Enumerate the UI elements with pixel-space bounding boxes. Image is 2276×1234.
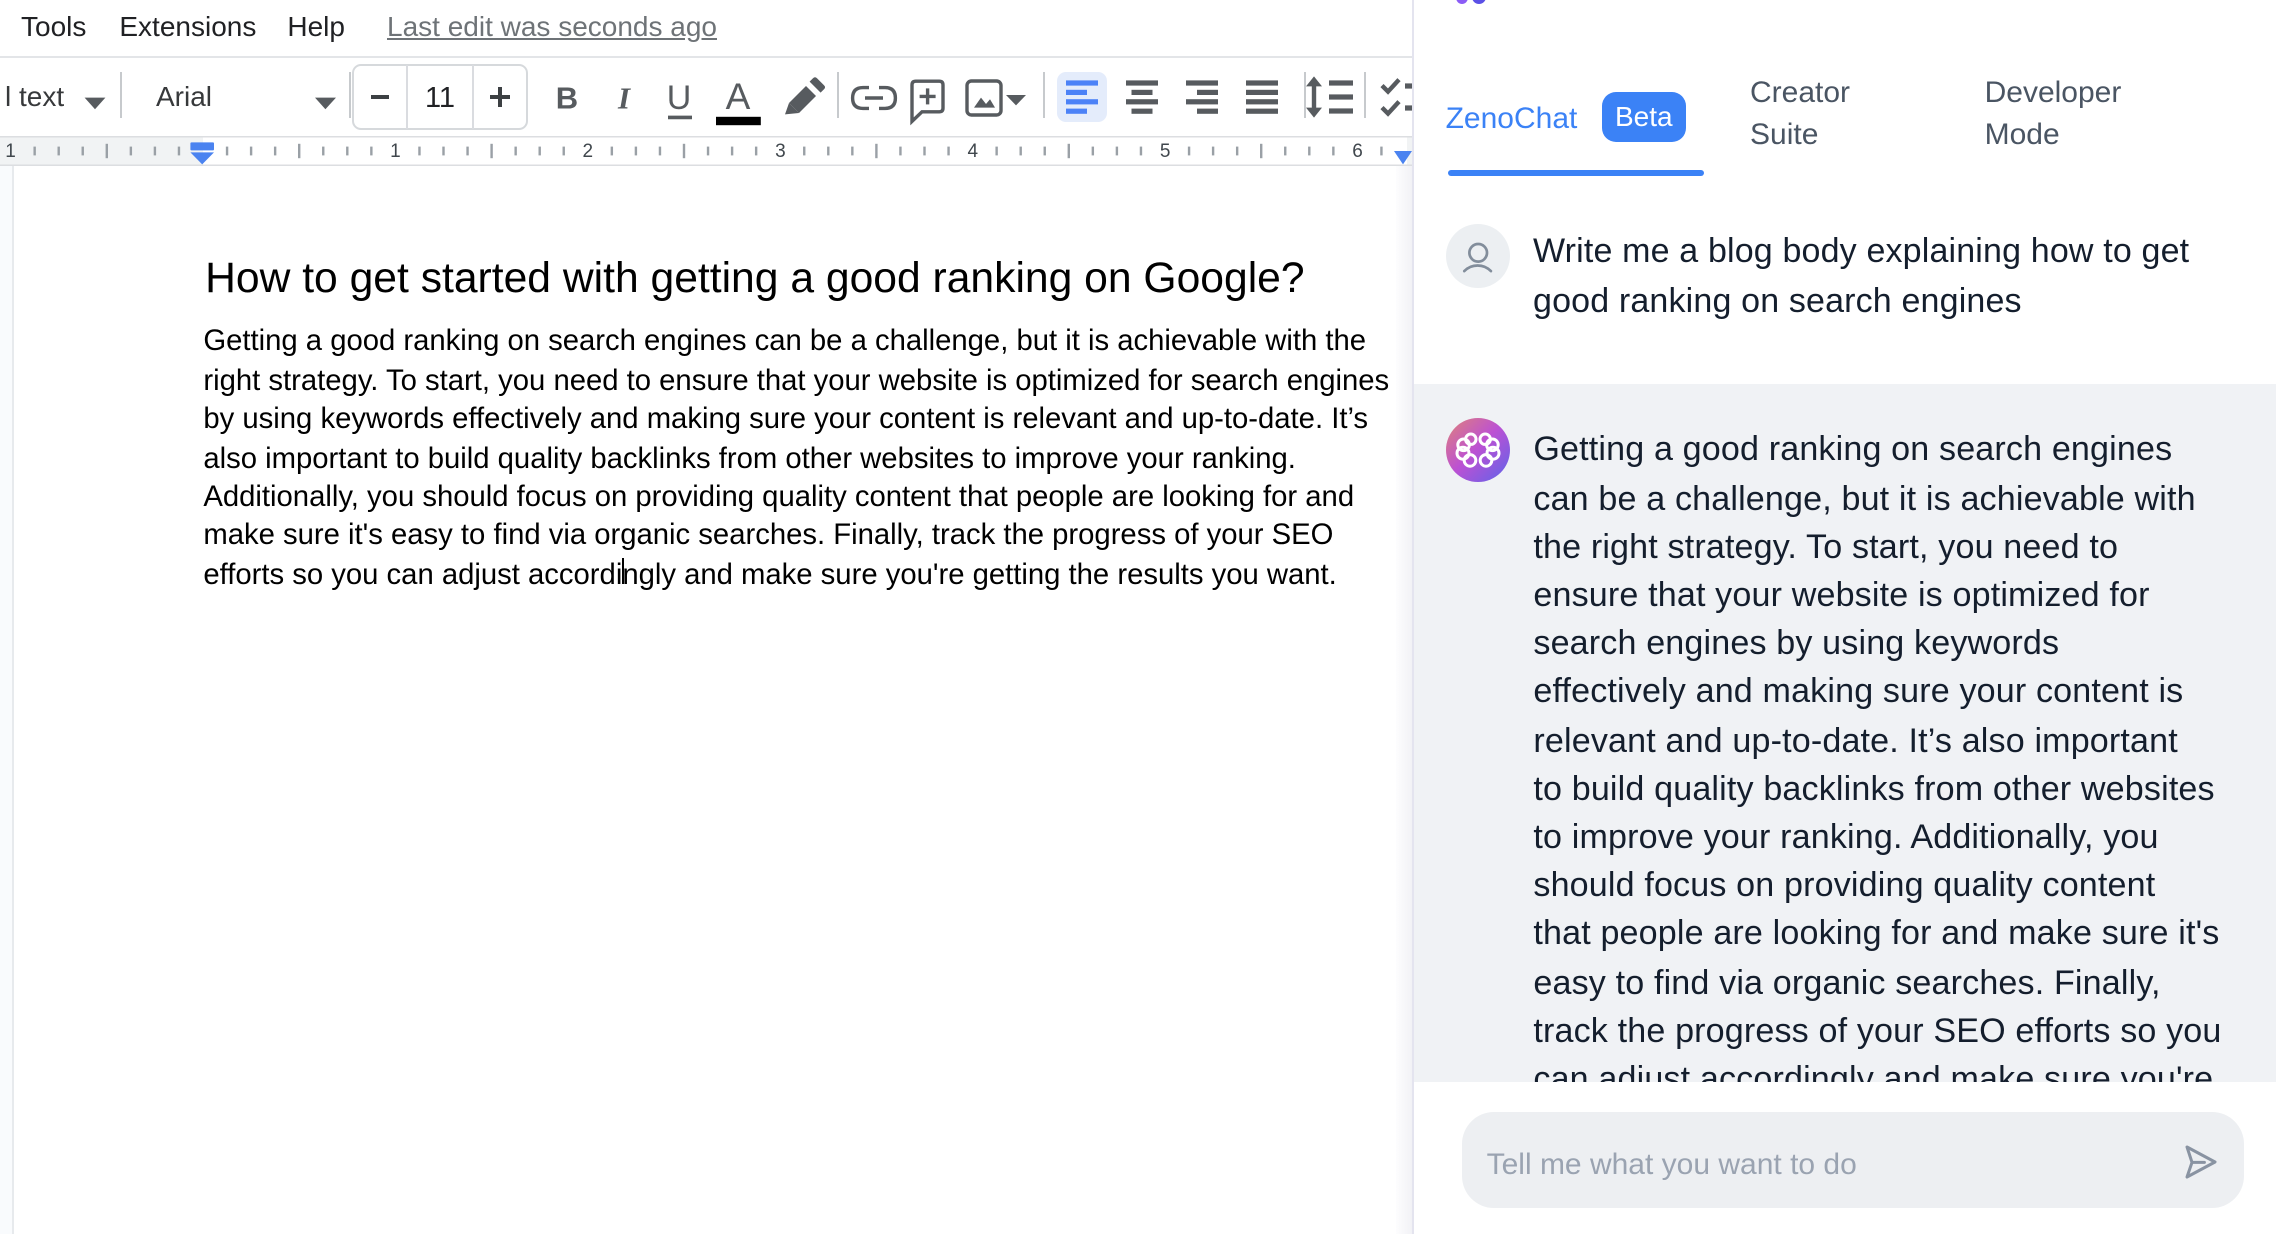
svg-text:4: 4 [968, 142, 979, 163]
svg-text:2: 2 [583, 142, 594, 163]
svg-text:B: B [556, 80, 578, 115]
svg-text:5: 5 [1160, 142, 1171, 163]
svg-text:U: U [667, 79, 692, 117]
svg-text:1: 1 [5, 142, 16, 163]
svg-text:l text: l text [5, 81, 64, 112]
svg-text:1: 1 [390, 142, 401, 163]
svg-text:11: 11 [425, 82, 455, 114]
svg-text:A: A [726, 76, 751, 117]
svg-text:I: I [617, 80, 631, 115]
svg-text:6: 6 [1352, 142, 1363, 163]
svg-text:Arial: Arial [156, 81, 212, 112]
svg-text:3: 3 [775, 142, 786, 163]
